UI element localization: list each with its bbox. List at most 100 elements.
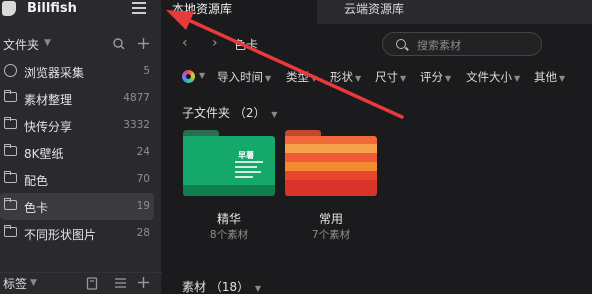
- filter-label: 类型: [286, 70, 309, 84]
- chevron-down-icon: ▼: [265, 74, 272, 83]
- brand-header: Billfish: [0, 0, 162, 20]
- sidebar-item-color-card[interactable]: 色卡 19: [0, 193, 154, 220]
- color-band: [285, 180, 377, 196]
- sidebar-item-material-organize[interactable]: 素材整理 4877: [0, 85, 154, 112]
- sidebar-item-count: 70: [136, 173, 150, 185]
- filter-import-time[interactable]: 导入时间 ▼: [217, 69, 271, 85]
- filter-label: 尺寸: [375, 70, 398, 84]
- filter-label: 形状: [330, 70, 353, 84]
- back-arrow-icon[interactable]: ‹: [182, 35, 188, 51]
- add-tag-icon[interactable]: [137, 276, 150, 289]
- subfolder-count: 8个素材: [209, 229, 249, 241]
- library-tabbar: 本地资源库 云端资源库: [162, 0, 592, 24]
- tab-cloud-library[interactable]: 云端资源库: [318, 0, 592, 24]
- chevron-down-icon: ▼: [271, 110, 278, 119]
- main-panel: 本地资源库 云端资源库 ‹ › 色卡 搜索素材 ▼ 导入时间 ▼ 类型 ▼ 形状 ▼ …: [162, 0, 592, 294]
- sidebar-item-count: 19: [136, 200, 150, 212]
- chevron-down-icon: ▼: [355, 74, 362, 83]
- subfolder-card-essence[interactable]: 早薯 精华 8个素材: [183, 130, 275, 241]
- hamburger-menu-icon[interactable]: [132, 2, 146, 14]
- sidebar-item-label: 不同形状图片: [24, 228, 97, 242]
- thumbnail-line: [235, 166, 257, 168]
- chevron-down-icon: ▼: [400, 74, 407, 83]
- folders-title[interactable]: 文件夹: [3, 36, 39, 53]
- filter-bar: ▼ 导入时间 ▼ 类型 ▼ 形状 ▼ 尺寸 ▼ 评分 ▼ 文件大小 ▼ 其他 ▼: [162, 66, 592, 88]
- folder-icon: [4, 198, 17, 210]
- chevron-down-icon: ▼: [254, 284, 262, 293]
- filter-size[interactable]: 尺寸 ▼: [375, 69, 406, 85]
- materials-header[interactable]: 素材 （18） ▼: [182, 278, 261, 294]
- add-folder-icon[interactable]: [137, 37, 150, 50]
- sidebar-item-label: 色卡: [24, 201, 49, 215]
- filter-label: 文件大小: [466, 70, 512, 84]
- materials-header-label: 素材 （18）: [182, 280, 250, 294]
- folder-icon: [4, 225, 17, 237]
- thumbnail-footer: [183, 185, 275, 196]
- thumbnail-line: [235, 171, 261, 173]
- filter-other[interactable]: 其他 ▼: [534, 69, 565, 85]
- forward-arrow-icon[interactable]: ›: [212, 35, 218, 51]
- search-input[interactable]: 搜索素材: [382, 32, 542, 56]
- breadcrumb-current: 色卡: [234, 38, 259, 52]
- search-icon[interactable]: [113, 38, 125, 50]
- bookmark-icon[interactable]: [86, 277, 98, 290]
- color-band: [285, 171, 377, 180]
- chevron-down-icon: ▼: [559, 74, 566, 83]
- sidebar-item-label: 浏览器采集: [24, 66, 85, 80]
- sidebar-item-8k-wallpaper[interactable]: 8K壁纸 24: [0, 139, 154, 166]
- chevron-down-icon: ▼: [311, 74, 318, 83]
- tab-local-library[interactable]: 本地资源库: [162, 0, 317, 24]
- sidebar-item-count: 24: [136, 146, 150, 158]
- thumbnail-line: [235, 161, 263, 163]
- chevron-down-icon[interactable]: ▼: [30, 278, 37, 288]
- billfish-logo-icon: [2, 1, 16, 16]
- chevron-down-icon[interactable]: ▼: [44, 38, 51, 48]
- filter-file-size[interactable]: 文件大小 ▼: [466, 69, 520, 85]
- filter-rating[interactable]: 评分 ▼: [420, 69, 451, 85]
- filter-label: 其他: [534, 70, 557, 84]
- sidebar-item-shape-images[interactable]: 不同形状图片 28: [0, 220, 154, 247]
- chevron-down-icon: ▼: [514, 74, 521, 83]
- subfolder-card-common[interactable]: 常用 7个素材: [285, 130, 377, 241]
- folder-icon: [4, 90, 17, 102]
- folder-icon: [4, 144, 17, 156]
- folder-icon: [4, 171, 17, 183]
- sidebar-item-label: 快传分享: [24, 120, 73, 134]
- subfolder-header-label: 子文件夹 （2）: [182, 106, 266, 120]
- search-icon: [396, 39, 406, 49]
- chevron-down-icon: ▼: [445, 74, 452, 83]
- folder-list: 浏览器采集 5 素材整理 4877 快传分享 3332 8K壁纸 24 配色 7…: [0, 58, 162, 247]
- color-filter-icon[interactable]: [182, 70, 195, 83]
- navigation-row: ‹ › 色卡 搜索素材: [162, 32, 592, 56]
- color-band: [285, 153, 377, 162]
- color-band: [285, 162, 377, 171]
- sidebar-item-label: 8K壁纸: [24, 147, 64, 161]
- search-placeholder: 搜索素材: [417, 39, 461, 52]
- thumbnail-line: [235, 176, 253, 178]
- color-band: [285, 144, 377, 153]
- filter-label: 评分: [420, 70, 443, 84]
- sidebar: Billfish 文件夹 ▼ 浏览器采集 5 素材整理 4877 快传分享 33…: [0, 0, 162, 294]
- filter-label: 导入时间: [217, 70, 263, 84]
- sidebar-item-label: 配色: [24, 174, 49, 188]
- sidebar-item-count: 4877: [123, 92, 150, 104]
- folder-thumbnail: [285, 130, 377, 196]
- filter-shape[interactable]: 形状 ▼: [330, 69, 361, 85]
- sidebar-item-count: 3332: [123, 119, 150, 131]
- sidebar-item-browser-collect[interactable]: 浏览器采集 5: [0, 58, 154, 85]
- subfolder-name: 常用: [318, 212, 343, 226]
- thumbnail-text: 早薯: [238, 151, 254, 160]
- sidebar-item-label: 素材整理: [24, 93, 73, 107]
- chevron-down-icon[interactable]: ▼: [199, 71, 205, 80]
- list-icon[interactable]: [114, 277, 127, 289]
- tags-section-header: 标签 ▼: [0, 272, 162, 294]
- sidebar-item-quick-share[interactable]: 快传分享 3332: [0, 112, 154, 139]
- folders-section-header: 文件夹 ▼: [0, 34, 162, 54]
- tags-title[interactable]: 标签: [3, 275, 27, 292]
- subfolder-name: 精华: [216, 212, 241, 226]
- folder-thumbnail: 早薯: [183, 130, 275, 196]
- subfolder-header[interactable]: 子文件夹 （2） ▼: [182, 104, 277, 121]
- filter-type[interactable]: 类型 ▼: [286, 69, 317, 85]
- app-name: Billfish: [27, 1, 77, 16]
- sidebar-item-color-scheme[interactable]: 配色 70: [0, 166, 154, 193]
